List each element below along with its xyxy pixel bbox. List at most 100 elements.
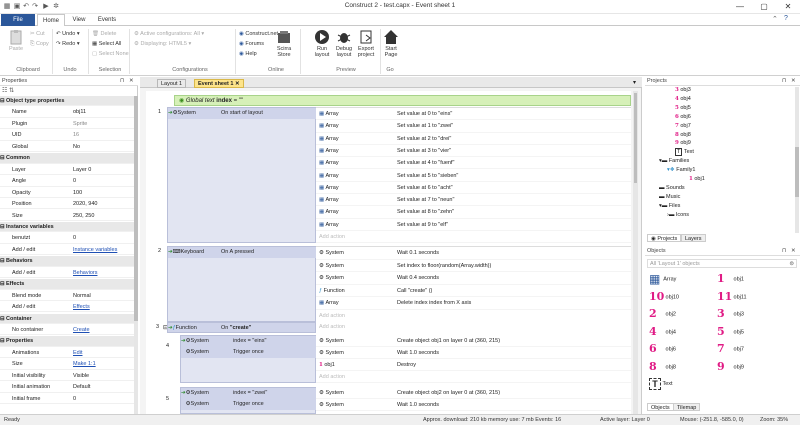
action-row[interactable]: ƒ Function Call "create" (): [316, 285, 636, 298]
property-row[interactable]: Layer Layer 0: [0, 165, 134, 176]
object-item[interactable]: 4 obj4: [649, 324, 715, 340]
tree-item[interactable]: T Text: [675, 148, 694, 157]
action-row[interactable]: ⚙ System Wait 1.0 seconds: [316, 399, 636, 411]
condition-row[interactable]: ➔⚙System index = "eins": [181, 336, 316, 347]
action-row[interactable]: ▦ Array Set value at 4 to "fuenf": [316, 157, 636, 170]
tree-item[interactable]: ▬ Music: [659, 194, 680, 202]
action-row[interactable]: ▦ Array Set value at 5 to "sieben": [316, 170, 636, 182]
property-row[interactable]: Initial frame 0: [0, 394, 134, 405]
copy-button[interactable]: ⎘ Copy: [30, 40, 49, 48]
tree-item[interactable]: 6 obj6: [675, 114, 691, 122]
close-panel-icon[interactable]: ✕: [791, 77, 796, 86]
redo-button[interactable]: ↷ Redo ▾: [56, 40, 80, 48]
select-all-button[interactable]: ▦ Select All: [92, 40, 121, 48]
action-row[interactable]: ▦ Array Set value at 2 to "drei": [316, 133, 636, 145]
property-section[interactable]: ⊟ Behaviors: [0, 256, 134, 267]
property-row[interactable]: Add / edit Effects: [0, 302, 134, 313]
action-row[interactable]: ▦ Array Set value at 3 to "vier": [316, 145, 636, 158]
action-row[interactable]: 1 obj1 Destroy: [316, 359, 636, 371]
object-item[interactable]: 10 obj10: [649, 289, 715, 305]
tab-layers[interactable]: Layers: [681, 234, 706, 242]
property-row[interactable]: Add / edit Behaviors: [0, 268, 134, 279]
property-link[interactable]: Create: [73, 325, 90, 335]
tree-item[interactable]: ›▬ Icons: [667, 212, 689, 220]
maximize-button[interactable]: ▢: [752, 0, 776, 14]
property-link[interactable]: Edit: [73, 348, 82, 358]
property-row[interactable]: Position 2020, 940: [0, 199, 134, 210]
collapse-ribbon-icon[interactable]: ⌃: [772, 15, 778, 23]
tree-item[interactable]: 9 obj9: [675, 140, 691, 148]
action-row[interactable]: ▦ Array Delete index index from X axis: [316, 297, 636, 310]
select-none-button[interactable]: ▢ Select None: [92, 50, 129, 58]
object-item[interactable]: 11 obj11: [717, 289, 783, 305]
forums-link[interactable]: ◉ Forums: [239, 40, 264, 48]
tree-item[interactable]: 4 obj4: [675, 96, 691, 104]
property-row[interactable]: UID 16: [0, 130, 134, 141]
property-row[interactable]: Size Make 1:1: [0, 359, 134, 370]
tab-layout-1[interactable]: Layout 1: [157, 79, 187, 88]
object-item[interactable]: 7 obj7: [717, 341, 783, 357]
action-row[interactable]: ⚙ System Wait 0.1 seconds: [316, 247, 636, 260]
paste-button[interactable]: Paste: [4, 29, 28, 52]
displaying-dropdown[interactable]: ⚙ Displaying: HTML5 ▾: [134, 40, 191, 48]
tab-view[interactable]: View: [68, 14, 90, 26]
property-row[interactable]: Angle 0: [0, 176, 134, 187]
run-layout-button[interactable]: Run layout: [312, 29, 332, 58]
debug-layout-button[interactable]: Debug layout: [334, 29, 354, 58]
pin-icon[interactable]: ⊓: [782, 247, 786, 256]
event-1-conditions[interactable]: ➔⚙System On start of layout: [167, 107, 316, 243]
property-section[interactable]: ⊟ Instance variables: [0, 221, 134, 233]
add-action-link[interactable]: Add action: [316, 371, 636, 383]
object-item[interactable]: 8 obj8: [649, 359, 715, 375]
tab-projects[interactable]: ◉ Projects: [647, 234, 682, 242]
minimize-button[interactable]: —: [728, 0, 752, 14]
object-item[interactable]: 2 obj2: [649, 306, 715, 322]
projects-scrollbar[interactable]: [795, 87, 799, 233]
tab-tilemap[interactable]: Tilemap: [673, 403, 701, 411]
close-panel-icon[interactable]: ✕: [129, 77, 134, 86]
property-link[interactable]: Instance variables: [73, 245, 117, 255]
action-row[interactable]: ▦ Array Set value at 9 to "elf": [316, 219, 636, 231]
event-3-conditions[interactable]: ➔ƒFunction On "create": [167, 322, 316, 333]
property-row[interactable]: No container Create: [0, 325, 134, 336]
action-row[interactable]: ⚙ System Set index to floor(random(Array.…: [316, 260, 636, 273]
tree-item[interactable]: ▬ Sounds: [659, 185, 685, 193]
property-link[interactable]: Effects: [73, 302, 90, 312]
delete-button[interactable]: 🗑 Delete: [92, 30, 116, 38]
close-tab-icon[interactable]: ✕: [235, 81, 240, 87]
property-section[interactable]: ⊟ Effects: [0, 279, 134, 290]
pin-icon[interactable]: ⊓: [120, 77, 124, 86]
event-2-conditions[interactable]: ➔⌨Keyboard On A pressed: [167, 246, 316, 322]
property-row[interactable]: Plugin Sprite: [0, 119, 134, 130]
tree-item[interactable]: 5 obj5: [675, 105, 691, 113]
active-configurations-dropdown[interactable]: ⚙ Active configurations: All ▾: [134, 30, 204, 38]
cut-button[interactable]: ✂ Cut: [30, 30, 45, 38]
condition-row[interactable]: ➔⚙System Trigger once: [181, 347, 316, 358]
event-5-conditions[interactable]: ➔⚙System index = "zwei" ➔⚙System Trigger…: [180, 387, 316, 414]
object-item[interactable]: 9 obj9: [717, 359, 783, 375]
property-row[interactable]: benutzt 0: [0, 233, 134, 244]
action-row[interactable]: ⚙ System Create object obj1 on layer 0 at…: [316, 335, 636, 347]
property-row[interactable]: Blend mode Normal: [0, 291, 134, 302]
object-item[interactable]: 6 obj6: [649, 341, 715, 357]
action-row[interactable]: ⚙ System Wait 0.4 seconds: [316, 272, 636, 285]
action-row[interactable]: ▦ Array Set value at 0 to "eins": [316, 108, 636, 121]
action-row[interactable]: ▦ Array Set value at 7 to "neun": [316, 194, 636, 207]
property-section[interactable]: ⊟ Container: [0, 313, 134, 324]
help-link[interactable]: ◉ Help: [239, 50, 257, 58]
property-row[interactable]: Name obj11: [0, 107, 134, 118]
objects-filter-input[interactable]: All 'Layout 1' objects ⊜: [647, 259, 797, 268]
undo-button[interactable]: ↶ Undo ▾: [56, 30, 80, 38]
property-row[interactable]: Add / edit Instance variables: [0, 245, 134, 256]
tab-list-icon[interactable]: ▾: [633, 79, 636, 86]
action-row[interactable]: ▦ Array Set value at 1 to "zwei": [316, 120, 636, 133]
action-row[interactable]: ▦ Array Set value at 8 to "zehn": [316, 206, 636, 219]
condition-row[interactable]: ➔⚙System Trigger once: [181, 399, 316, 410]
property-row[interactable]: Animations Edit: [0, 348, 134, 359]
tree-item[interactable]: ▾▬ Families: [659, 158, 689, 166]
help-circle-icon[interactable]: ?: [784, 15, 788, 22]
property-row[interactable]: Global No: [0, 142, 134, 153]
tab-file[interactable]: File: [1, 14, 35, 26]
property-section[interactable]: ⊟ Properties: [0, 336, 134, 347]
tree-item[interactable]: 7 obj7: [675, 123, 691, 131]
